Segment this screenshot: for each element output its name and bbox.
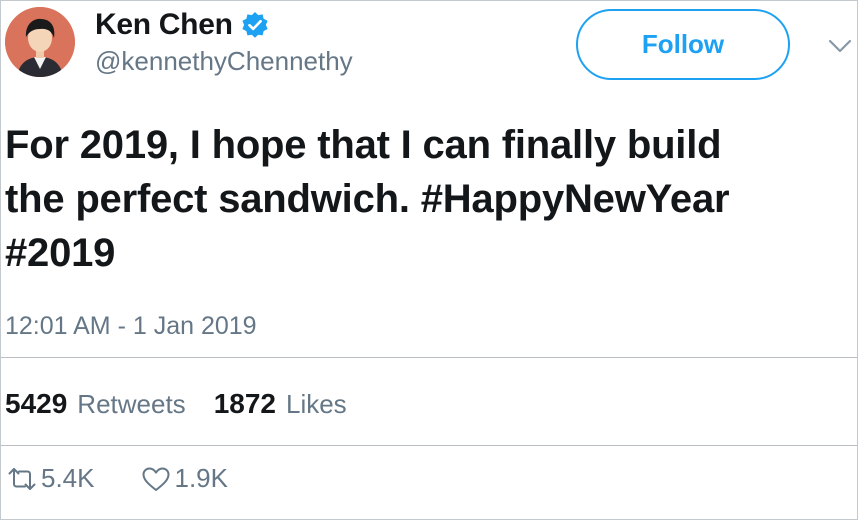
author-name-row: Ken Chen xyxy=(95,7,269,43)
hashtag-happynewyear[interactable]: #HappyNewYear xyxy=(421,177,730,221)
author-name[interactable]: Ken Chen xyxy=(95,7,233,43)
retweet-icon xyxy=(8,467,36,490)
avatar-portrait-icon xyxy=(5,7,75,77)
like-action-count: 1.9K xyxy=(174,463,229,493)
likes-stat[interactable]: 1872 Likes xyxy=(214,387,347,421)
retweets-label: Retweets xyxy=(77,389,186,419)
divider xyxy=(1,445,857,446)
retweet-button[interactable]: 5.4K xyxy=(5,463,95,494)
retweet-action-count: 5.4K xyxy=(41,463,95,493)
avatar[interactable] xyxy=(5,7,75,77)
likes-count: 1872 xyxy=(213,388,276,419)
chevron-down-icon[interactable] xyxy=(827,37,853,55)
like-button[interactable]: 1.9K xyxy=(139,463,229,494)
heart-icon xyxy=(142,467,169,491)
retweets-stat[interactable]: 5429 Retweets xyxy=(5,387,186,421)
tweet-text: For 2019, I hope that I can finally buil… xyxy=(5,118,845,280)
likes-label: Likes xyxy=(285,389,347,419)
tweet-timestamp[interactable]: 12:01 AM - 1 Jan 2019 xyxy=(5,310,257,342)
tweet-actions: 5.4K 1.9K xyxy=(5,463,228,494)
retweets-count: 5429 xyxy=(5,388,68,419)
verified-badge-icon xyxy=(241,11,269,39)
divider xyxy=(1,357,857,358)
tweet-card: Ken Chen @kennethyChennethy Follow For 2… xyxy=(0,0,858,520)
tweet-text-line2: the perfect sandwich. xyxy=(5,177,421,221)
tweet-text-line1: For 2019, I hope that I can finally buil… xyxy=(5,123,722,167)
follow-button[interactable]: Follow xyxy=(576,9,790,80)
author-handle[interactable]: @kennethyChennethy xyxy=(95,45,353,77)
tweet-stats: 5429 Retweets 1872 Likes xyxy=(5,387,347,421)
hashtag-2019[interactable]: #2019 xyxy=(5,231,115,275)
